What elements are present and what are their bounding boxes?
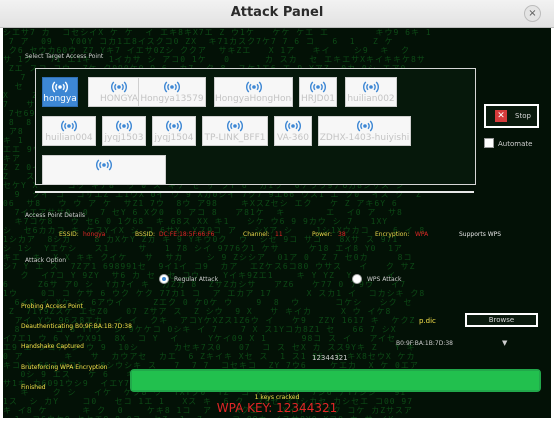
regular-attack-radio[interactable] bbox=[159, 274, 169, 284]
access-point-name: ZDHX-1403-huiyishi bbox=[319, 133, 410, 143]
channel-value: 11 bbox=[275, 231, 283, 238]
access-point-tile[interactable]: HongyaHongHong bbox=[214, 77, 293, 107]
access-point-tile[interactable]: Hongya13579 bbox=[138, 77, 206, 107]
access-point-tile[interactable]: huilian004 bbox=[42, 116, 96, 146]
client-select-value[interactable]: B0:9F:BA:1B:7D:38 bbox=[396, 340, 453, 347]
wps-attack-radio[interactable] bbox=[352, 274, 362, 284]
divider bbox=[35, 191, 474, 193]
access-point-tile[interactable]: jyqj1504 bbox=[152, 116, 196, 146]
automate-checkbox[interactable] bbox=[484, 138, 494, 148]
keys-cracked-text: 1 keys cracked bbox=[254, 394, 300, 401]
ap-details-heading: Access Point Details bbox=[25, 212, 86, 219]
access-point-name: huilian004 bbox=[45, 133, 93, 143]
wifi-icon bbox=[203, 119, 267, 132]
access-point-name: HongyaHongHong bbox=[215, 94, 292, 104]
access-point-tile[interactable]: hongya bbox=[42, 77, 78, 107]
wifi-icon bbox=[300, 80, 336, 93]
wifi-icon bbox=[215, 80, 292, 93]
wifi-icon bbox=[346, 80, 396, 93]
wifi-icon bbox=[275, 119, 311, 132]
access-point-tile[interactable]: ZDHX-1403-huiyishi bbox=[318, 116, 411, 146]
browse-button[interactable]: Browse bbox=[465, 313, 538, 327]
wifi-icon bbox=[43, 119, 95, 132]
access-point-tile[interactable]: huilian002 bbox=[345, 77, 397, 107]
progress-fill bbox=[132, 371, 539, 390]
supports-wps-label: Supports WPS bbox=[459, 231, 502, 238]
access-point-tile[interactable]: VA-360 bbox=[274, 116, 312, 146]
power-label: Power: bbox=[312, 231, 333, 238]
access-point-list[interactable]: hongya HONGYA Hongya13579 HongyaHongHong HRJ… bbox=[35, 68, 476, 185]
close-x-icon: ✕ bbox=[495, 110, 507, 122]
access-point-name: jyqj1504 bbox=[154, 133, 194, 143]
step-deauth: Deauthenticating B0:9F:BA:1B:7D:38 bbox=[21, 323, 132, 330]
wifi-icon bbox=[43, 80, 77, 93]
wpa-key-result: WPA KEY: 12344321 bbox=[216, 401, 338, 415]
channel-label: Channel: bbox=[243, 231, 270, 238]
attack-panel: シエサ7 カ コセシイX ケ ケ イ エキ8キX7エ Z ウ1ケ ケケ ケエ エ… bbox=[3, 28, 551, 418]
select-target-label: Select Target Access Point bbox=[25, 53, 104, 60]
crack-progress-bar bbox=[130, 369, 541, 392]
access-point-name: jyqj1503 bbox=[104, 133, 144, 143]
wifi-icon bbox=[139, 80, 205, 93]
window-title: Attack Panel bbox=[230, 5, 324, 20]
access-point-tile[interactable]: jyqj1503 bbox=[102, 116, 146, 146]
wifi-icon bbox=[319, 119, 410, 132]
automate-label: Automate bbox=[498, 140, 533, 148]
access-point-name: VA-360 bbox=[277, 133, 309, 143]
essid-value: hongya bbox=[83, 231, 106, 238]
access-point-tile[interactable]: TP-LINK_BFF1 bbox=[202, 116, 268, 146]
access-point-tile[interactable] bbox=[42, 155, 166, 184]
encryption-label: Encryption: bbox=[375, 231, 410, 238]
step-finished: Finished bbox=[21, 384, 46, 391]
current-key: 12344321 bbox=[312, 354, 348, 362]
access-point-name: Hongya13579 bbox=[140, 94, 204, 104]
stop-button[interactable]: ✕ Stop bbox=[484, 104, 539, 128]
step-handshake: Handshake Captured bbox=[21, 343, 84, 350]
step-bruteforce: Bruteforcing WPA Encryption bbox=[21, 364, 108, 371]
access-point-name: huilian002 bbox=[347, 94, 395, 104]
wifi-icon bbox=[153, 119, 195, 132]
chevron-down-icon[interactable]: ▼ bbox=[502, 339, 507, 347]
dictionary-file: p.dic bbox=[419, 317, 436, 325]
bssid-label: BSSID: bbox=[135, 231, 156, 238]
bssid-value: DC:FE:18:5F:66:F6 bbox=[159, 231, 215, 238]
access-point-name: HRJD01 bbox=[300, 94, 336, 104]
stop-label: Stop bbox=[515, 112, 531, 120]
step-probing: Probing Access Point bbox=[21, 303, 83, 310]
wps-attack-label: WPS Attack bbox=[367, 276, 402, 283]
wifi-icon bbox=[43, 158, 165, 171]
encryption-value: WPA bbox=[415, 231, 429, 238]
close-icon[interactable]: × bbox=[524, 5, 541, 22]
access-point-tile[interactable]: HRJD01 bbox=[299, 77, 337, 107]
essid-label: ESSID: bbox=[59, 231, 79, 238]
title-bar: Attack Panel × bbox=[0, 0, 554, 28]
regular-attack-label: Regular Attack bbox=[174, 276, 219, 283]
access-point-name: TP-LINK_BFF1 bbox=[204, 133, 266, 143]
attack-option-heading: Attack Option bbox=[25, 257, 67, 264]
power-value: 38 bbox=[338, 231, 346, 238]
access-point-name: hongya bbox=[43, 94, 77, 104]
wifi-icon bbox=[103, 119, 145, 132]
